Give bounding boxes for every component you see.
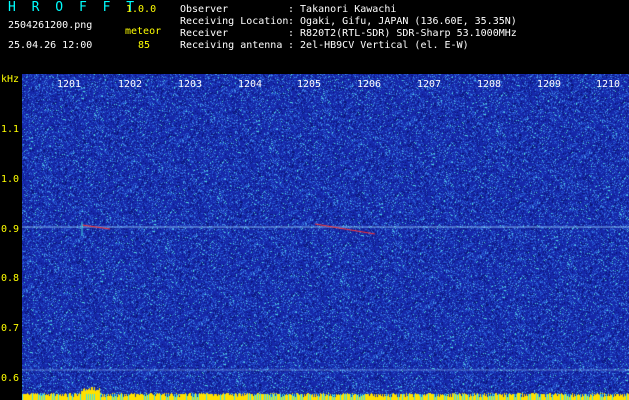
location-value: : Ogaki, Gifu, JAPAN (136.60E, 35.35N) (288, 16, 517, 27)
freq-tick-label: 0.6 (1, 373, 20, 384)
time-tick-label: 1207 (417, 79, 442, 90)
time-tick-label: 1202 (118, 79, 143, 90)
unit-label: kHz (1, 74, 20, 85)
file-name: 2504261200.png (8, 20, 93, 31)
receiver-label: Receiver (180, 28, 229, 39)
observer-label: Observer (180, 4, 229, 15)
freq-tick-label: 0.9 (1, 224, 20, 235)
count-value: 85 (138, 40, 151, 51)
time-tick-label: 1209 (537, 79, 562, 90)
freq-tick-label: 1.1 (1, 124, 20, 135)
header-panel: H R O F F T 1.0.0 2504261200.png meteor … (0, 0, 629, 74)
time-tick-label: 1208 (477, 79, 502, 90)
time-tick-label: 1206 (357, 79, 382, 90)
time-tick-label: 1204 (238, 79, 263, 90)
freq-tick-label: 1.0 (1, 174, 20, 185)
location-label: Receiving Location (180, 16, 289, 27)
frequency-axis (0, 74, 22, 400)
observer-value: : Takanori Kawachi (288, 4, 397, 15)
time-tick-label: 1203 (178, 79, 203, 90)
time-tick-label: 1205 (297, 79, 322, 90)
freq-tick-label: 0.7 (1, 323, 20, 334)
freq-tick-label: 0.8 (1, 273, 20, 284)
mode-label: meteor (125, 26, 162, 37)
receiver-value: : R820T2(RTL-SDR) SDR-Sharp 53.1000MHz (288, 28, 517, 39)
spectrogram-canvas (0, 74, 629, 400)
time-tick-label: 1201 (57, 79, 82, 90)
time-tick-label: 1210 (596, 79, 621, 90)
date-time: 25.04.26 12:00 (8, 40, 93, 51)
antenna-value: : 2el-HB9CV Vertical (el. E-W) (288, 40, 469, 51)
antenna-label: Receiving antenna (180, 40, 283, 51)
app-version: 1.0.0 (126, 4, 157, 15)
app-title: H R O F F T (8, 0, 139, 15)
